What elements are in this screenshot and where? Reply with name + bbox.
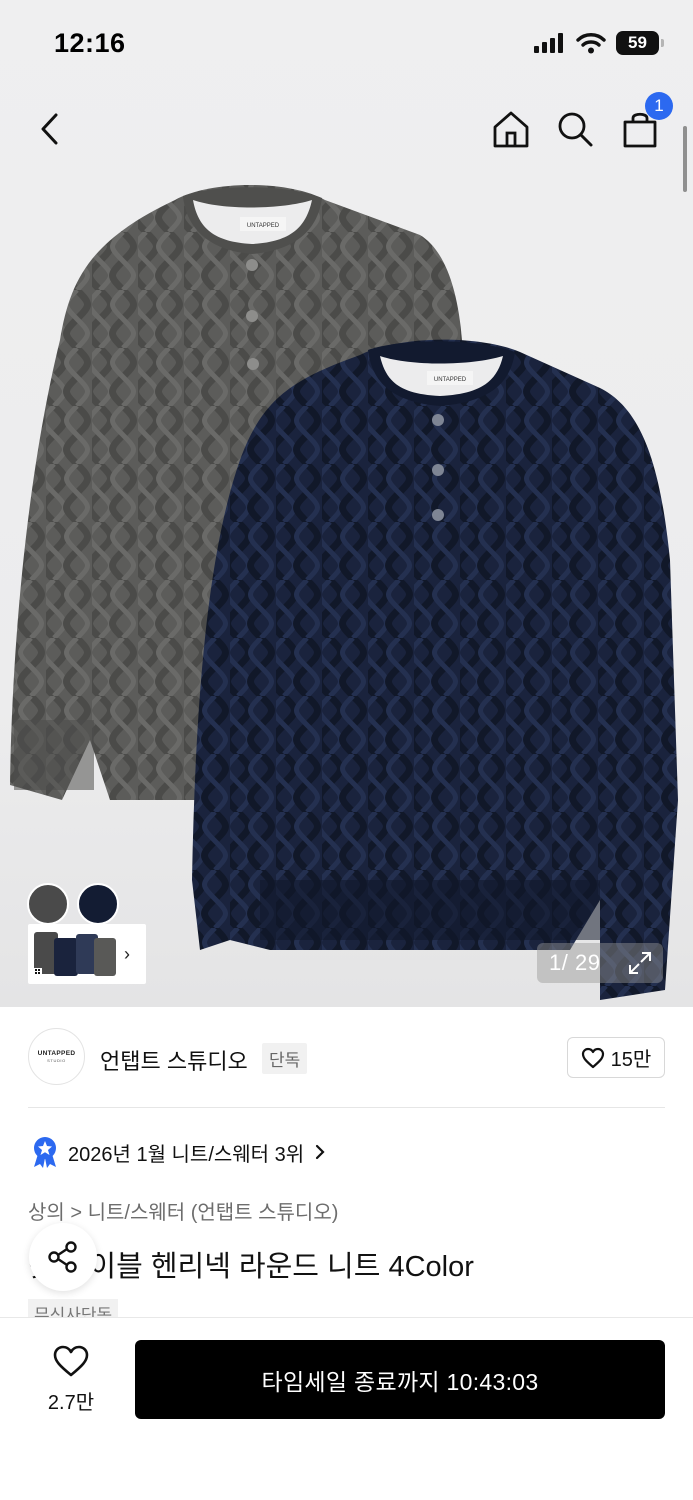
heart-icon (581, 1047, 604, 1068)
chevron-right-icon (316, 1144, 325, 1160)
color-swatches (27, 883, 119, 925)
cart-count-badge: 1 (645, 92, 673, 120)
swatch-navy[interactable] (77, 883, 119, 925)
search-button[interactable] (552, 106, 598, 152)
color-thumbnail-image (32, 928, 118, 980)
share-icon (48, 1241, 77, 1273)
brand-logo-subtext: STUDIO (47, 1058, 66, 1063)
share-button[interactable] (29, 1223, 97, 1291)
top-navigation: 1 (0, 92, 693, 166)
color-thumbnail-strip[interactable]: › (28, 924, 146, 984)
search-icon (558, 112, 593, 147)
home-button[interactable] (488, 106, 534, 152)
wishlist-count: 2.7만 (47, 1392, 95, 1414)
battery-icon: 59 (616, 31, 664, 55)
chevron-left-icon (41, 113, 58, 145)
back-button[interactable] (26, 106, 72, 152)
battery-level: 59 (628, 33, 647, 52)
svg-text:UNTAPPED: UNTAPPED (247, 223, 280, 229)
breadcrumb[interactable]: 상의 > 니트/스웨터 (언탭트 스튜디오) (28, 1196, 338, 1225)
brand-name[interactable]: 언탭트 스튜디오 (100, 1044, 248, 1076)
heart-icon (53, 1345, 89, 1377)
brand-like-count: 15만 (610, 1049, 652, 1071)
image-counter[interactable]: 1/ 29 (537, 943, 663, 983)
swatch-charcoal[interactable] (27, 883, 69, 925)
product-image[interactable]: UNTAPPED UNTAPPED (0, 170, 693, 1007)
sweater-photo: UNTAPPED UNTAPPED (10, 185, 678, 1000)
brand-logo[interactable]: UNTAPPED STUDIO (28, 1028, 85, 1085)
home-icon (493, 111, 529, 148)
wishlist-button[interactable]: 2.7만 (34, 1344, 108, 1415)
wifi-icon (576, 33, 606, 54)
status-icons: 59 (534, 31, 664, 55)
cart-button[interactable]: 1 (617, 92, 673, 152)
product-detail-page: UNTAPPED UNTAPPED › 1/ 29 12:16 59 1 UNT… (0, 0, 693, 1500)
brand-exclusive-tag: 단독 (262, 1043, 308, 1074)
status-bar: 12:16 59 (0, 0, 693, 88)
ranking-text: 2026년 1월 니트/스웨터 3위 (68, 1143, 305, 1166)
chevron-right-icon: › (124, 943, 130, 964)
bottom-action-bar: 2.7만 타임세일 종료까지 10:43:03 (0, 1317, 693, 1500)
brand-logo-text: UNTAPPED (37, 1050, 76, 1057)
brand-row: UNTAPPED STUDIO 언탭트 스튜디오 단독 15만 (28, 1028, 665, 1086)
cellular-signal-icon (534, 33, 563, 53)
purchase-button[interactable]: 타임세일 종료까지 10:43:03 (135, 1340, 665, 1419)
brand-like-button[interactable]: 15만 (567, 1037, 665, 1078)
ranking-badge-icon (34, 1137, 56, 1168)
divider (28, 1107, 665, 1108)
status-time: 12:16 (54, 28, 126, 58)
expand-icon[interactable] (627, 950, 653, 981)
ranking-link[interactable]: 2026년 1월 니트/스웨터 3위 (32, 1136, 326, 1168)
svg-text:UNTAPPED: UNTAPPED (434, 377, 467, 383)
image-counter-text: 1/ 29 (549, 950, 601, 975)
